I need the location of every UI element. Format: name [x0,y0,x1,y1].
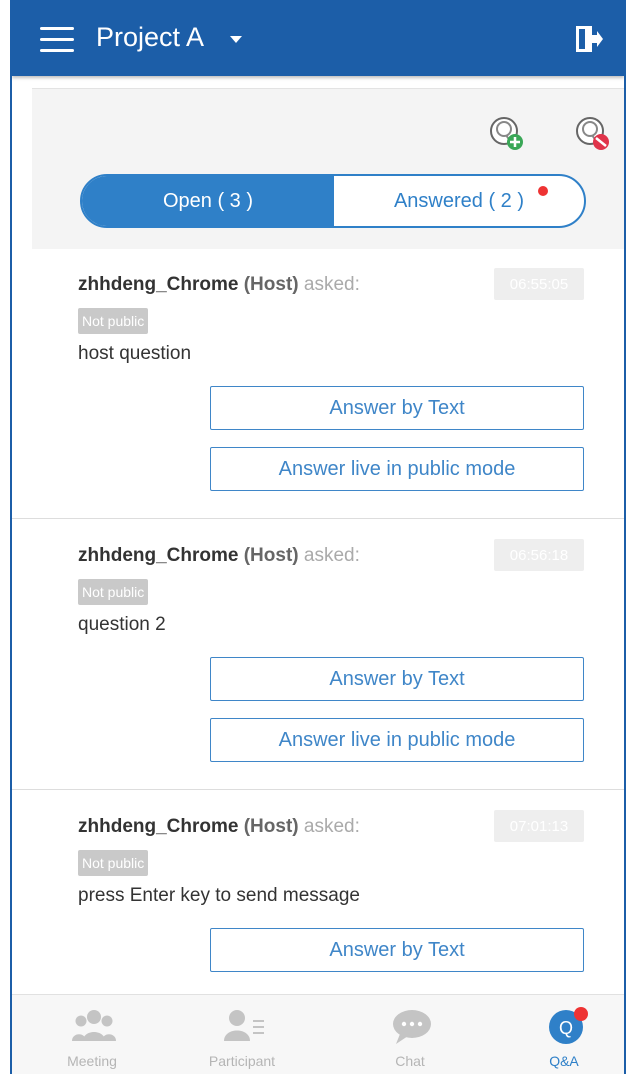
qa-toolbar: Open ( 3 ) Answered ( 2 ) [32,88,624,249]
add-question-icon[interactable] [484,111,530,157]
notification-dot [538,186,548,196]
nav-participant[interactable]: Participant [182,995,302,1074]
nav-chat[interactable]: Chat [350,995,470,1074]
question-time: 06:55:05 [494,268,584,300]
app-frame: Project A Open ( 3 ) Answered ( 2 ) zhhd… [10,0,626,1074]
asker-role: (Host) [243,545,299,566]
nav-qa[interactable]: Q Q&A [504,995,624,1074]
question-asker: zhhdeng_Chrome (Host) asked: [78,816,360,838]
question-time: 07:01:13 [494,810,584,842]
bottom-nav: Meeting Participant Chat Q Q&A [12,994,624,1074]
exit-icon[interactable] [574,24,604,54]
question-card: zhhdeng_Chrome (Host) asked: 06:56:18 No… [12,519,624,790]
nav-meeting[interactable]: Meeting [32,995,152,1074]
answer-by-text-button[interactable]: Answer by Text [210,657,584,701]
visibility-badge: Not public [78,579,149,605]
asker-name: zhhdeng_Chrome [78,816,239,837]
menu-icon[interactable] [40,26,74,54]
question-list: zhhdeng_Chrome (Host) asked: 06:55:05 No… [12,248,624,1061]
remove-question-icon[interactable] [570,111,616,157]
question-text: press Enter key to send message [78,885,360,906]
tab-answered[interactable]: Answered ( 2 ) [334,176,584,226]
question-time: 06:56:18 [494,539,584,571]
question-text: question 2 [78,614,166,635]
answer-by-text-button[interactable]: Answer by Text [210,386,584,430]
visibility-badge: Not public [78,850,149,876]
answer-live-button[interactable]: Answer live in public mode [210,718,584,762]
qa-notification-dot [574,1007,588,1021]
answer-by-text-button[interactable]: Answer by Text [210,928,584,972]
asker-role: (Host) [243,274,299,295]
participant-icon [224,1010,264,1041]
meeting-icon [72,1010,116,1041]
svg-text:Q: Q [559,1018,573,1038]
tab-open[interactable]: Open ( 3 ) [82,176,334,226]
question-filter-segment: Open ( 3 ) Answered ( 2 ) [80,174,586,228]
chat-icon [393,1010,431,1044]
nav-participant-label: Participant [208,1053,276,1069]
project-title[interactable]: Project A [96,22,204,53]
asked-label: asked: [303,545,360,566]
answer-live-button[interactable]: Answer live in public mode [210,447,584,491]
question-card: zhhdeng_Chrome (Host) asked: 06:55:05 No… [12,248,624,519]
visibility-badge: Not public [78,308,149,334]
asked-label: asked: [303,816,360,837]
tab-answered-label: Answered ( 2 ) [393,189,525,212]
nav-qa-label: Q&A [549,1053,579,1069]
question-text: host question [78,343,192,364]
chevron-down-icon[interactable] [230,36,242,43]
nav-chat-label: Chat [395,1053,425,1069]
asker-name: zhhdeng_Chrome [78,545,239,566]
asker-role: (Host) [243,816,299,837]
asked-label: asked: [303,274,360,295]
nav-meeting-label: Meeting [67,1053,117,1069]
top-bar: Project A [12,0,624,76]
question-asker: zhhdeng_Chrome (Host) asked: [78,545,360,567]
question-asker: zhhdeng_Chrome (Host) asked: [78,274,360,296]
asker-name: zhhdeng_Chrome [78,274,239,295]
